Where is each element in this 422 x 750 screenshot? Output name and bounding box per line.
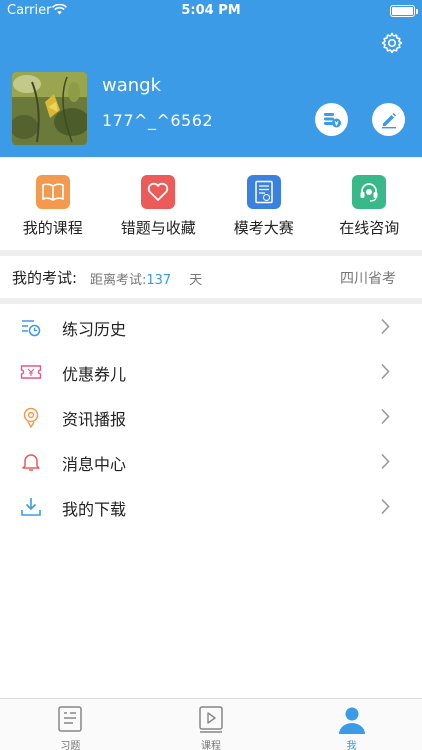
exam-days-unit: 天 bbox=[189, 273, 203, 288]
menu-item-downloads[interactable]: 我的下载 bbox=[0, 484, 422, 529]
tab-label: 课程 bbox=[201, 741, 221, 750]
tab-bar: 习题 课程 我 bbox=[0, 698, 422, 750]
book-icon bbox=[35, 175, 70, 209]
coupon-icon bbox=[20, 365, 42, 379]
menu-item-messages[interactable]: 消息中心 bbox=[0, 439, 422, 484]
menu-label: 我的下载 bbox=[62, 500, 127, 519]
tab-me[interactable]: 我 bbox=[281, 699, 422, 750]
status-bar: Carrier 5:04 PM bbox=[0, 0, 422, 22]
exam-countdown-prefix: 距离考试: bbox=[90, 273, 147, 288]
edit-pencil-icon bbox=[381, 112, 396, 128]
exam-days: 137 bbox=[146, 273, 172, 288]
headset-icon bbox=[352, 175, 387, 209]
exam-paper-icon bbox=[246, 175, 281, 209]
username: wangk bbox=[102, 75, 162, 96]
exam-title: 我的考试: bbox=[12, 269, 78, 287]
quick-label-mistakes: 错题与收藏 bbox=[120, 219, 196, 237]
quick-label-courses: 我的课程 bbox=[22, 219, 83, 237]
edit-profile-button[interactable] bbox=[372, 103, 405, 136]
menu-label: 资讯播报 bbox=[62, 410, 127, 429]
quick-label-mock: 模考大赛 bbox=[233, 219, 294, 237]
menu-item-practice-history[interactable]: 练习历史 bbox=[0, 304, 422, 349]
exam-countdown: 距离考试:137 天 bbox=[90, 269, 202, 288]
menu-item-news[interactable]: 资讯播报 bbox=[0, 394, 422, 439]
settings-gear-icon[interactable] bbox=[380, 31, 404, 55]
quick-online-consult[interactable]: 在线咨询 bbox=[317, 157, 422, 250]
exercise-icon bbox=[58, 706, 83, 732]
phone-number: 177^_^6562 bbox=[102, 111, 214, 130]
quick-mistakes-favorites[interactable]: 错题与收藏 bbox=[106, 157, 212, 250]
quick-my-courses[interactable]: 我的课程 bbox=[0, 157, 106, 250]
menu-label: 消息中心 bbox=[62, 455, 127, 474]
heart-icon bbox=[141, 175, 176, 209]
coins-icon bbox=[323, 112, 341, 127]
play-icon bbox=[199, 706, 223, 733]
chevron-right-icon bbox=[381, 498, 390, 515]
tab-label: 习题 bbox=[60, 741, 81, 750]
menu-label: 优惠券儿 bbox=[62, 365, 127, 384]
avatar[interactable] bbox=[12, 72, 87, 145]
bell-icon bbox=[22, 454, 40, 471]
quick-mock-exam[interactable]: 模考大赛 bbox=[211, 157, 317, 250]
chevron-right-icon bbox=[381, 453, 390, 470]
tab-courses[interactable]: 课程 bbox=[141, 699, 282, 750]
chevron-right-icon bbox=[381, 408, 390, 425]
history-icon bbox=[22, 320, 41, 337]
download-icon bbox=[21, 498, 41, 516]
profile-header: Carrier 5:04 PM wangk 177^_^6562 bbox=[0, 0, 422, 157]
exam-info-row[interactable]: 我的考试: 距离考试:137 天 四川省考 bbox=[0, 256, 422, 298]
menu-item-coupons[interactable]: 优惠券儿 bbox=[0, 349, 422, 394]
person-icon bbox=[338, 707, 365, 734]
status-time: 5:04 PM bbox=[181, 3, 241, 18]
menu-list: 练习历史 优惠券儿 资讯播报 消息中心 我的下载 bbox=[0, 304, 422, 529]
quick-actions: 我的课程 错题与收藏 模考大赛 在线咨询 bbox=[0, 157, 422, 250]
exam-province[interactable]: 四川省考 bbox=[340, 268, 396, 288]
battery-icon bbox=[390, 5, 418, 17]
tab-exercises[interactable]: 习题 bbox=[0, 699, 141, 750]
quick-label-consult: 在线咨询 bbox=[339, 219, 400, 237]
tab-label: 我 bbox=[346, 741, 357, 750]
menu-label: 练习历史 bbox=[62, 320, 127, 339]
chevron-right-icon bbox=[381, 318, 390, 335]
chevron-right-icon bbox=[381, 363, 390, 380]
broadcast-icon bbox=[23, 407, 39, 428]
coins-button[interactable] bbox=[315, 103, 348, 136]
